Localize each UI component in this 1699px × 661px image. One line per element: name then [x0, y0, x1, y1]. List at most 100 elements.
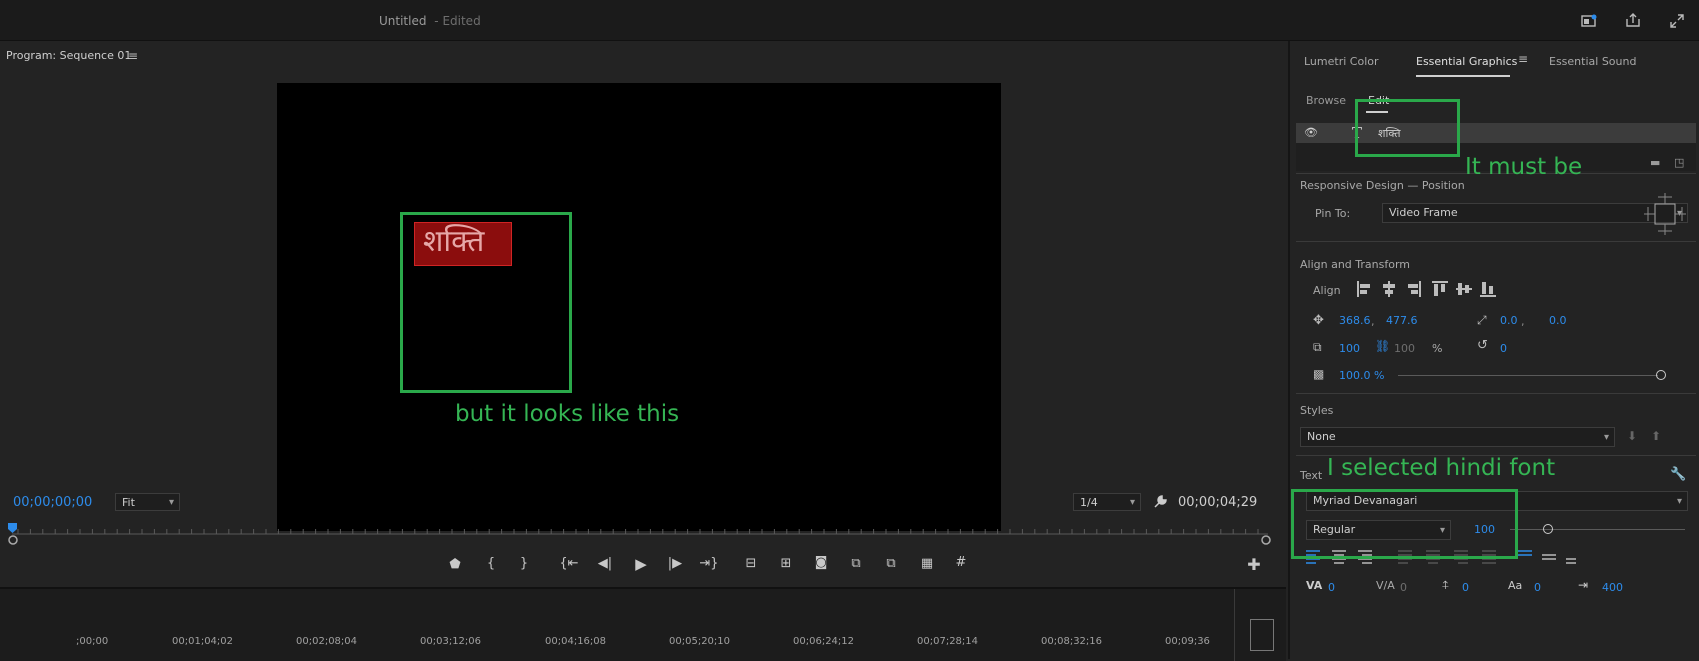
text-header: Text: [1300, 469, 1323, 482]
timeline-tick-label: ;00;00: [76, 636, 109, 647]
font-size-slider-handle[interactable]: [1543, 524, 1553, 534]
kerning-value[interactable]: 0: [1328, 581, 1335, 594]
track-icon[interactable]: [1250, 619, 1274, 651]
button-editor-plus-icon[interactable]: ✚: [1244, 555, 1264, 574]
go-to-out-icon[interactable]: ⇥}: [699, 556, 719, 571]
eye-icon[interactable]: 👁: [1304, 126, 1318, 139]
timeline-tick-label: 00;05;20;10: [669, 636, 731, 647]
tab-essential-graphics[interactable]: Essential Graphics: [1416, 55, 1517, 68]
play-icon[interactable]: ▶: [631, 555, 651, 573]
scale-unit: %: [1432, 342, 1443, 355]
align-buttons[interactable]: [1356, 280, 1496, 298]
timeline-tick-label: 00;06;24;12: [793, 636, 855, 647]
comparison-icon[interactable]: ▦: [917, 556, 937, 571]
panel-menu-icon[interactable]: ≡: [1518, 52, 1528, 66]
document-title: Untitled - Edited: [379, 14, 481, 28]
share-icon[interactable]: [1625, 12, 1641, 28]
tab-lumetri-color[interactable]: Lumetri Color: [1304, 55, 1379, 68]
step-forward-icon[interactable]: |▶: [665, 556, 685, 571]
annotation-must-be: It must be: [1465, 154, 1583, 180]
tracking-icon: V/A: [1376, 579, 1395, 592]
timeline-tick-label: 00;02;08;04: [296, 636, 358, 647]
position-y[interactable]: 477.6: [1386, 314, 1418, 327]
tracking-value[interactable]: 0: [1400, 581, 1407, 594]
kerning-icon: VA: [1306, 579, 1323, 592]
align-header: Align and Transform: [1300, 258, 1410, 271]
push-style-icon[interactable]: ⬇: [1627, 429, 1637, 443]
new-layer-icon[interactable]: ◳: [1674, 156, 1684, 169]
timeline-tick-label: 00;09;36: [1165, 636, 1210, 647]
camera-icon[interactable]: ◙: [811, 555, 831, 570]
annotation-looks-like: but it looks like this: [455, 401, 680, 427]
tab-width-value[interactable]: 400: [1602, 581, 1623, 594]
scrub-ruler[interactable]: [0, 520, 1286, 546]
anchor-x[interactable]: 0.0: [1500, 314, 1518, 327]
chevron-down-icon: ▾: [1603, 432, 1609, 443]
tsume-value[interactable]: 0: [1534, 581, 1541, 594]
rotation-icon: ↺: [1477, 338, 1488, 353]
edit-status: - Edited: [434, 14, 481, 28]
anchor-y[interactable]: 0.0: [1549, 314, 1567, 327]
extract-icon[interactable]: ⊞: [776, 556, 796, 571]
mark-out-icon[interactable]: }: [514, 556, 534, 571]
fullscreen-icon[interactable]: [1669, 13, 1685, 29]
lift-icon[interactable]: ⊟: [741, 556, 761, 571]
insert-icon[interactable]: ⧉: [846, 556, 866, 571]
baseline-value[interactable]: 0: [1462, 581, 1469, 594]
timeline-tick-label: 00;08;32;16: [1041, 636, 1103, 647]
timeline-tick-label: 00;01;04;02: [172, 636, 234, 647]
opacity-slider-handle[interactable]: [1656, 370, 1666, 380]
chevron-down-icon: ▾: [1676, 496, 1682, 507]
mark-in-icon[interactable]: {: [481, 556, 501, 571]
timeline-tick-label: 00;07;28;14: [917, 636, 979, 647]
video-frame[interactable]: शक्ति: [277, 83, 1001, 531]
wrench-icon[interactable]: 🔧: [1670, 467, 1686, 482]
align-label: Align: [1313, 284, 1341, 297]
annotation-box-monitor: [400, 212, 572, 393]
scrub-bar[interactable]: [12, 482, 1268, 506]
timeline-tick-label: 00;03;12;06: [420, 636, 482, 647]
annotation-box-layer: [1355, 99, 1460, 157]
subtab-browse[interactable]: Browse: [1306, 94, 1346, 107]
pin-to-label: Pin To:: [1315, 207, 1351, 220]
timeline-panel[interactable]: ;00;00 00;01;04;02 00;02;08;04 00;03;12;06 0…: [0, 587, 1286, 661]
opacity-slider[interactable]: [1398, 375, 1658, 376]
essential-graphics-panel: Lumetri Color Essential Graphics ≡ Essen…: [1288, 41, 1699, 659]
tab-width-icon: ⇥: [1578, 578, 1589, 592]
step-back-icon[interactable]: ◀|: [595, 556, 615, 571]
comma: ,: [1521, 315, 1525, 328]
folder-icon[interactable]: ▬: [1650, 156, 1660, 169]
font-size-slider[interactable]: [1510, 529, 1685, 530]
position-x[interactable]: 368.6: [1339, 314, 1371, 327]
overwrite-icon[interactable]: ⧉: [881, 556, 901, 571]
pin-to-value: Video Frame: [1389, 206, 1458, 219]
tsume-icon: Aa: [1508, 579, 1523, 592]
styles-value: None: [1307, 430, 1336, 443]
doc-name: Untitled: [379, 14, 427, 28]
add-marker-icon[interactable]: ⬟: [445, 557, 465, 572]
title-bar: Untitled - Edited: [0, 0, 1699, 41]
safe-margins-icon[interactable]: #: [951, 555, 971, 570]
annotation-box-font: [1291, 489, 1518, 559]
active-tab-underline: [1416, 75, 1510, 77]
scale-value[interactable]: 100: [1339, 342, 1360, 355]
anchor-point-icon: ⤢: [1477, 313, 1487, 327]
styles-dropdown[interactable]: None ▾: [1300, 427, 1615, 447]
baseline-icon: ⍏: [1442, 578, 1450, 592]
quick-export-icon[interactable]: [1581, 13, 1597, 29]
styles-header: Styles: [1300, 404, 1334, 417]
pin-anchor-icon[interactable]: [1642, 191, 1688, 237]
scale-icon: ⧉: [1313, 340, 1322, 354]
pull-style-icon[interactable]: ⬆: [1651, 429, 1661, 443]
scale-linked-value[interactable]: 100: [1394, 342, 1415, 355]
comma: ,: [1371, 315, 1375, 328]
go-to-in-icon[interactable]: {⇤: [559, 556, 579, 571]
opacity-value[interactable]: 100.0 %: [1339, 369, 1384, 382]
responsive-header: Responsive Design — Position: [1300, 179, 1465, 192]
tab-essential-sound[interactable]: Essential Sound: [1549, 55, 1636, 68]
annotation-selected: I selected hindi font: [1327, 455, 1556, 481]
rotation-value[interactable]: 0: [1500, 342, 1507, 355]
link-icon[interactable]: ⛓: [1375, 339, 1390, 353]
timeline-tick-label: 00;04;16;08: [545, 636, 607, 647]
position-icon: ✥: [1313, 313, 1324, 328]
